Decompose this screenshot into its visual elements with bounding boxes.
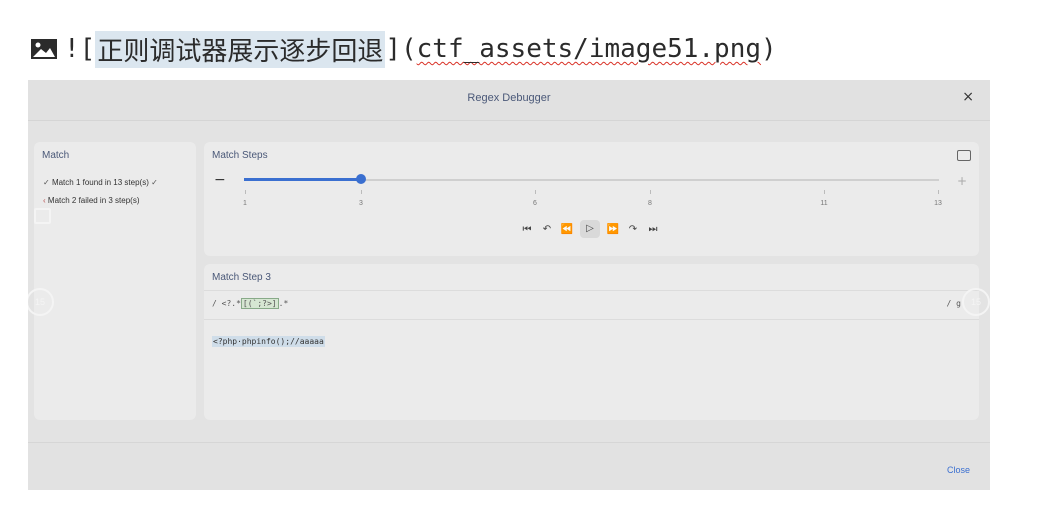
markdown-suffix: ) [761, 34, 777, 64]
match-item-1[interactable]: ✓ Match 1 found in 13 step(s) ✓ [43, 178, 158, 187]
regex-highlight: [(`;?>] [240, 298, 279, 309]
markdown-prefix: ![ [64, 34, 96, 64]
slider-tick [361, 190, 362, 194]
undo-step-icon[interactable]: ↶ [540, 224, 554, 235]
regex-row: / <?.* [(`;?>] .* / g [204, 290, 979, 320]
step-increment-button[interactable]: + [957, 174, 967, 188]
step-decrement-button[interactable]: − [214, 172, 226, 188]
match-step-title: Match Step 3 [212, 272, 271, 283]
slider-tick [245, 190, 246, 194]
regex-debugger-window: Regex Debugger × Match ✓ Match 1 found i… [28, 80, 990, 490]
slider-tick [535, 190, 536, 194]
playback-controls: ⏮ ↶ ⏪ ▷ ⏩ ↷ ⏭ [520, 220, 660, 238]
markdown-image-line: ![ 正则调试器展示逐步回退 ]( ctf_assets/image51.png… [30, 26, 777, 72]
test-string[interactable]: <?php·phpinfo();//aaaaa [212, 336, 325, 347]
title-bar: Regex Debugger × [28, 80, 990, 121]
slider-tick-label: 1 [243, 200, 247, 207]
footer: Close [28, 442, 990, 490]
slider-tick [650, 190, 651, 194]
regex-prefix: / <?.* [212, 299, 241, 308]
right-badge: 15 [962, 288, 990, 316]
match-item-label: Match 2 failed in 3 step(s) [47, 196, 140, 205]
match-steps-panel: Match Steps − + 1 3 6 8 11 13 ⏮ ↶ ⏪ ▷ ⏩ … [204, 142, 979, 256]
keyboard-icon[interactable] [957, 150, 971, 161]
play-icon[interactable]: ▷ [580, 220, 600, 238]
match-panel: Match ✓ Match 1 found in 13 step(s) ✓ ‹ … [34, 142, 196, 420]
step-slider-thumb[interactable] [356, 174, 366, 184]
first-step-icon[interactable]: ⏮ [520, 224, 534, 235]
rewind-icon[interactable]: ⏪ [560, 224, 574, 235]
check-icon: ✓ [151, 178, 158, 187]
regex-suffix: .* [278, 299, 289, 308]
fast-forward-icon[interactable]: ⏩ [606, 224, 620, 235]
last-step-icon[interactable]: ⏭ [646, 224, 660, 235]
slider-tick-label: 3 [359, 200, 363, 207]
match-item-label: Match 1 found in 13 step(s) [51, 178, 149, 187]
slider-tick-label: 11 [820, 200, 828, 207]
slider-tick-label: 13 [934, 200, 942, 207]
match-panel-title: Match [42, 150, 70, 161]
image-icon [31, 39, 57, 59]
check-icon: ✓ [43, 178, 50, 187]
markdown-path: ctf_assets/image51.png [416, 34, 762, 64]
close-icon[interactable]: × [962, 89, 974, 105]
step-slider-fill [244, 178, 360, 181]
close-button[interactable]: Close [947, 465, 970, 475]
slider-tick-label: 6 [533, 200, 537, 207]
slider-tick-label: 8 [648, 200, 652, 207]
markdown-mid: ]( [385, 34, 417, 64]
slider-tick [938, 190, 939, 194]
cross-icon: ‹ [43, 196, 46, 205]
slider-tick [824, 190, 825, 194]
regex-flags: / g [946, 299, 961, 308]
redo-step-icon[interactable]: ↷ [626, 224, 640, 235]
markdown-alt-text: 正则调试器展示逐步回退 [95, 30, 386, 68]
match-steps-title: Match Steps [212, 150, 268, 161]
match-step-panel: Match Step 3 / <?.* [(`;?>] .* / g <?php·p… [204, 264, 979, 420]
match-item-2[interactable]: ‹ Match 2 failed in 3 step(s) [43, 196, 140, 205]
window-title: Regex Debugger [467, 92, 551, 104]
regex-pattern: / <?.* [(`;?>] .* [212, 298, 289, 309]
lock-icon [34, 208, 51, 224]
